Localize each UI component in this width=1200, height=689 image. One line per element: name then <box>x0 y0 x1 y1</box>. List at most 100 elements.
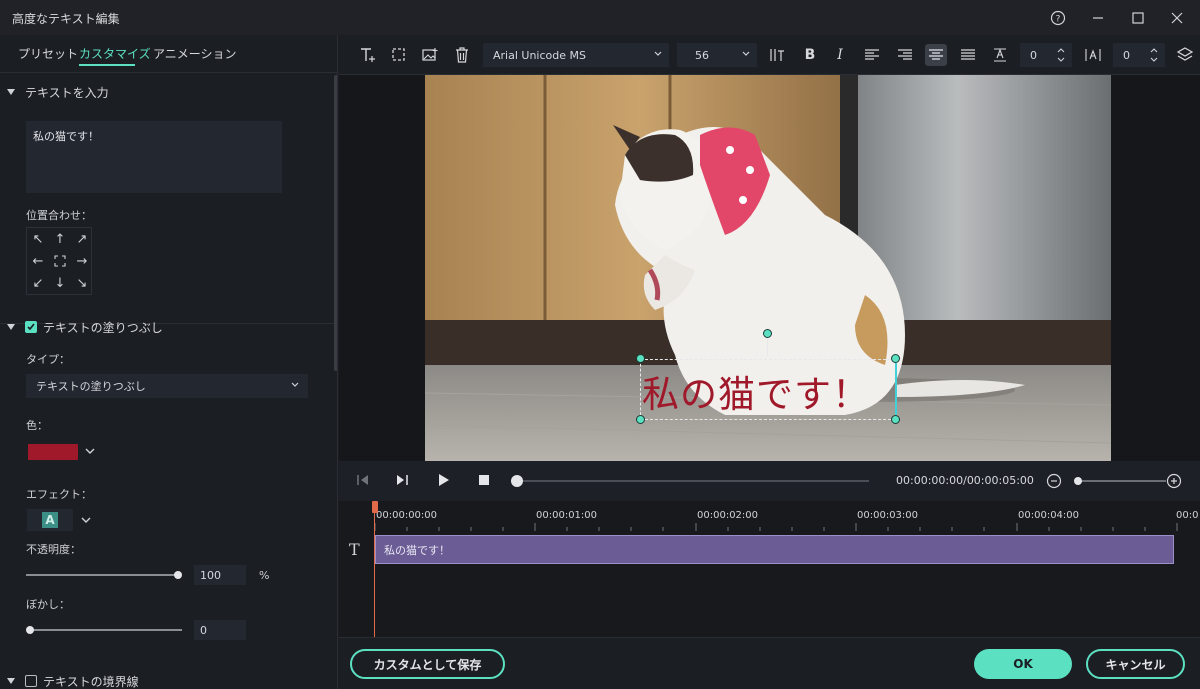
fill-section-header[interactable]: テキストの塗りつぶし <box>0 313 334 341</box>
resize-handle-bottom-right[interactable] <box>891 415 900 424</box>
opacity-slider-track[interactable] <box>26 574 178 576</box>
effect-preview-icon: A <box>42 512 58 528</box>
stepper-icon[interactable] <box>1056 46 1066 67</box>
resize-handle-top-left[interactable] <box>636 354 645 363</box>
fill-type-select[interactable]: テキストの塗りつぶし <box>26 374 308 398</box>
line-spacing-icon[interactable] <box>989 44 1011 66</box>
rotate-handle-stem <box>767 338 768 356</box>
align-right-icon[interactable]: → <box>71 250 93 272</box>
align-top-right-icon[interactable]: ↗ <box>71 228 93 250</box>
text-input-field[interactable]: 私の猫です！ <box>26 121 282 193</box>
playback-progress-knob[interactable] <box>511 475 523 487</box>
add-image-icon[interactable] <box>419 44 441 66</box>
align-center-text-icon[interactable] <box>925 44 947 66</box>
opacity-slider-knob[interactable] <box>174 571 182 579</box>
playhead[interactable] <box>374 503 375 637</box>
play-icon[interactable] <box>436 473 450 491</box>
opacity-unit: % <box>259 569 270 582</box>
text-track-icon: T <box>349 540 360 559</box>
chevron-down-icon <box>653 47 663 64</box>
color-chevron-down-icon[interactable] <box>84 444 96 461</box>
border-checkbox[interactable] <box>25 675 37 687</box>
effect-select[interactable]: A <box>27 509 73 531</box>
text-input-section-header[interactable]: テキストを入力 <box>0 78 334 106</box>
effect-label: エフェクト： <box>26 488 92 501</box>
justify-text-icon[interactable] <box>957 44 979 66</box>
position-label: 位置合わせ： <box>26 209 92 222</box>
add-shape-icon[interactable] <box>388 44 410 66</box>
blur-value-field[interactable]: 0 <box>194 620 246 640</box>
ruler-time-label: 00:00:04:00 <box>1018 510 1080 521</box>
font-family-select[interactable]: Arial Unicode MS <box>483 43 669 67</box>
active-tab-indicator <box>79 64 135 66</box>
minimize-icon[interactable] <box>1084 6 1112 30</box>
fill-checkbox[interactable] <box>25 321 37 333</box>
blur-slider-track[interactable] <box>30 629 182 631</box>
cancel-button[interactable]: キャンセル <box>1086 649 1185 679</box>
align-left-text-icon[interactable] <box>861 44 883 66</box>
delete-icon[interactable] <box>451 44 473 66</box>
char-spacing-icon[interactable] <box>1082 44 1104 66</box>
add-text-icon[interactable] <box>357 44 379 66</box>
ruler-time-label: 00:00:01:00 <box>536 510 598 521</box>
chevron-down-icon <box>741 47 751 64</box>
tab-animation[interactable]: アニメーション <box>153 45 237 62</box>
close-icon[interactable] <box>1163 6 1191 30</box>
zoom-slider-track[interactable] <box>1076 480 1166 482</box>
stop-icon[interactable] <box>477 473 491 491</box>
position-grid: ↖ ↑ ↗ ← → ↙ ↓ ↘ <box>26 227 92 295</box>
align-top-left-icon[interactable]: ↖ <box>27 228 49 250</box>
preview-overlay-text[interactable]: 私の猫です！ <box>642 364 870 418</box>
color-label: 色： <box>26 419 48 432</box>
italic-button[interactable]: I <box>829 44 851 66</box>
align-bottom-icon[interactable]: ↓ <box>49 272 71 294</box>
tab-customize[interactable]: カスタマイズ <box>79 45 151 62</box>
blur-slider-knob[interactable] <box>26 626 34 634</box>
title-bar: 高度なテキスト編集 ? <box>0 0 1200 35</box>
font-size-select[interactable]: 56 <box>677 43 757 67</box>
align-top-icon[interactable]: ↑ <box>49 228 71 250</box>
opacity-value-field[interactable]: 100 <box>194 565 246 585</box>
fill-color-swatch[interactable] <box>28 444 78 460</box>
align-left-icon[interactable]: ← <box>27 250 49 272</box>
tab-presets[interactable]: プリセット <box>18 45 78 62</box>
previous-frame-icon[interactable] <box>356 473 370 491</box>
fill-section-label: テキストの塗りつぶし <box>43 320 163 335</box>
timeline <box>339 501 1200 637</box>
zoom-out-icon[interactable] <box>1046 473 1062 492</box>
rotate-handle[interactable] <box>763 329 772 338</box>
ok-button[interactable]: OK <box>974 649 1072 679</box>
align-bottom-left-icon[interactable]: ↙ <box>27 272 49 294</box>
char-spacing-value: 0 <box>1123 48 1130 62</box>
collapse-triangle-icon <box>7 678 15 684</box>
resize-handle-top-right[interactable] <box>891 354 900 363</box>
align-center-icon[interactable] <box>49 250 71 272</box>
maximize-icon[interactable] <box>1124 6 1152 30</box>
border-section-header[interactable]: テキストの境界線 <box>0 667 334 689</box>
text-clip[interactable]: 私の猫です！ <box>375 535 1174 564</box>
align-right-text-icon[interactable] <box>894 44 916 66</box>
playhead-handle[interactable] <box>372 501 378 513</box>
zoom-slider-knob[interactable] <box>1074 477 1082 485</box>
resize-handle-bottom-left[interactable] <box>636 415 645 424</box>
left-panel-scrollbar[interactable] <box>334 75 337 371</box>
help-icon[interactable]: ? <box>1044 6 1072 30</box>
next-frame-icon[interactable] <box>395 473 409 491</box>
chevron-down-icon <box>290 378 300 395</box>
effect-chevron-down-icon[interactable] <box>80 513 92 530</box>
layers-icon[interactable] <box>1174 44 1196 66</box>
border-section-label: テキストの境界線 <box>43 674 139 689</box>
fill-type-value: テキストの塗りつぶし <box>36 380 146 393</box>
bold-button[interactable]: B <box>799 44 821 66</box>
align-bottom-right-icon[interactable]: ↘ <box>71 272 93 294</box>
text-clip-label: 私の猫です！ <box>384 543 450 557</box>
text-height-icon[interactable] <box>766 44 788 66</box>
stepper-icon[interactable] <box>1149 46 1159 67</box>
playback-progress-track[interactable] <box>517 480 869 482</box>
text-cursor <box>895 363 897 415</box>
save-as-custom-button[interactable]: カスタムとして保存 <box>350 649 505 679</box>
char-spacing-value-field[interactable]: 0 <box>1113 43 1165 67</box>
window-title: 高度なテキスト編集 <box>12 12 120 26</box>
spacing-value-field[interactable]: 0 <box>1020 43 1072 67</box>
zoom-in-icon[interactable] <box>1166 473 1182 492</box>
